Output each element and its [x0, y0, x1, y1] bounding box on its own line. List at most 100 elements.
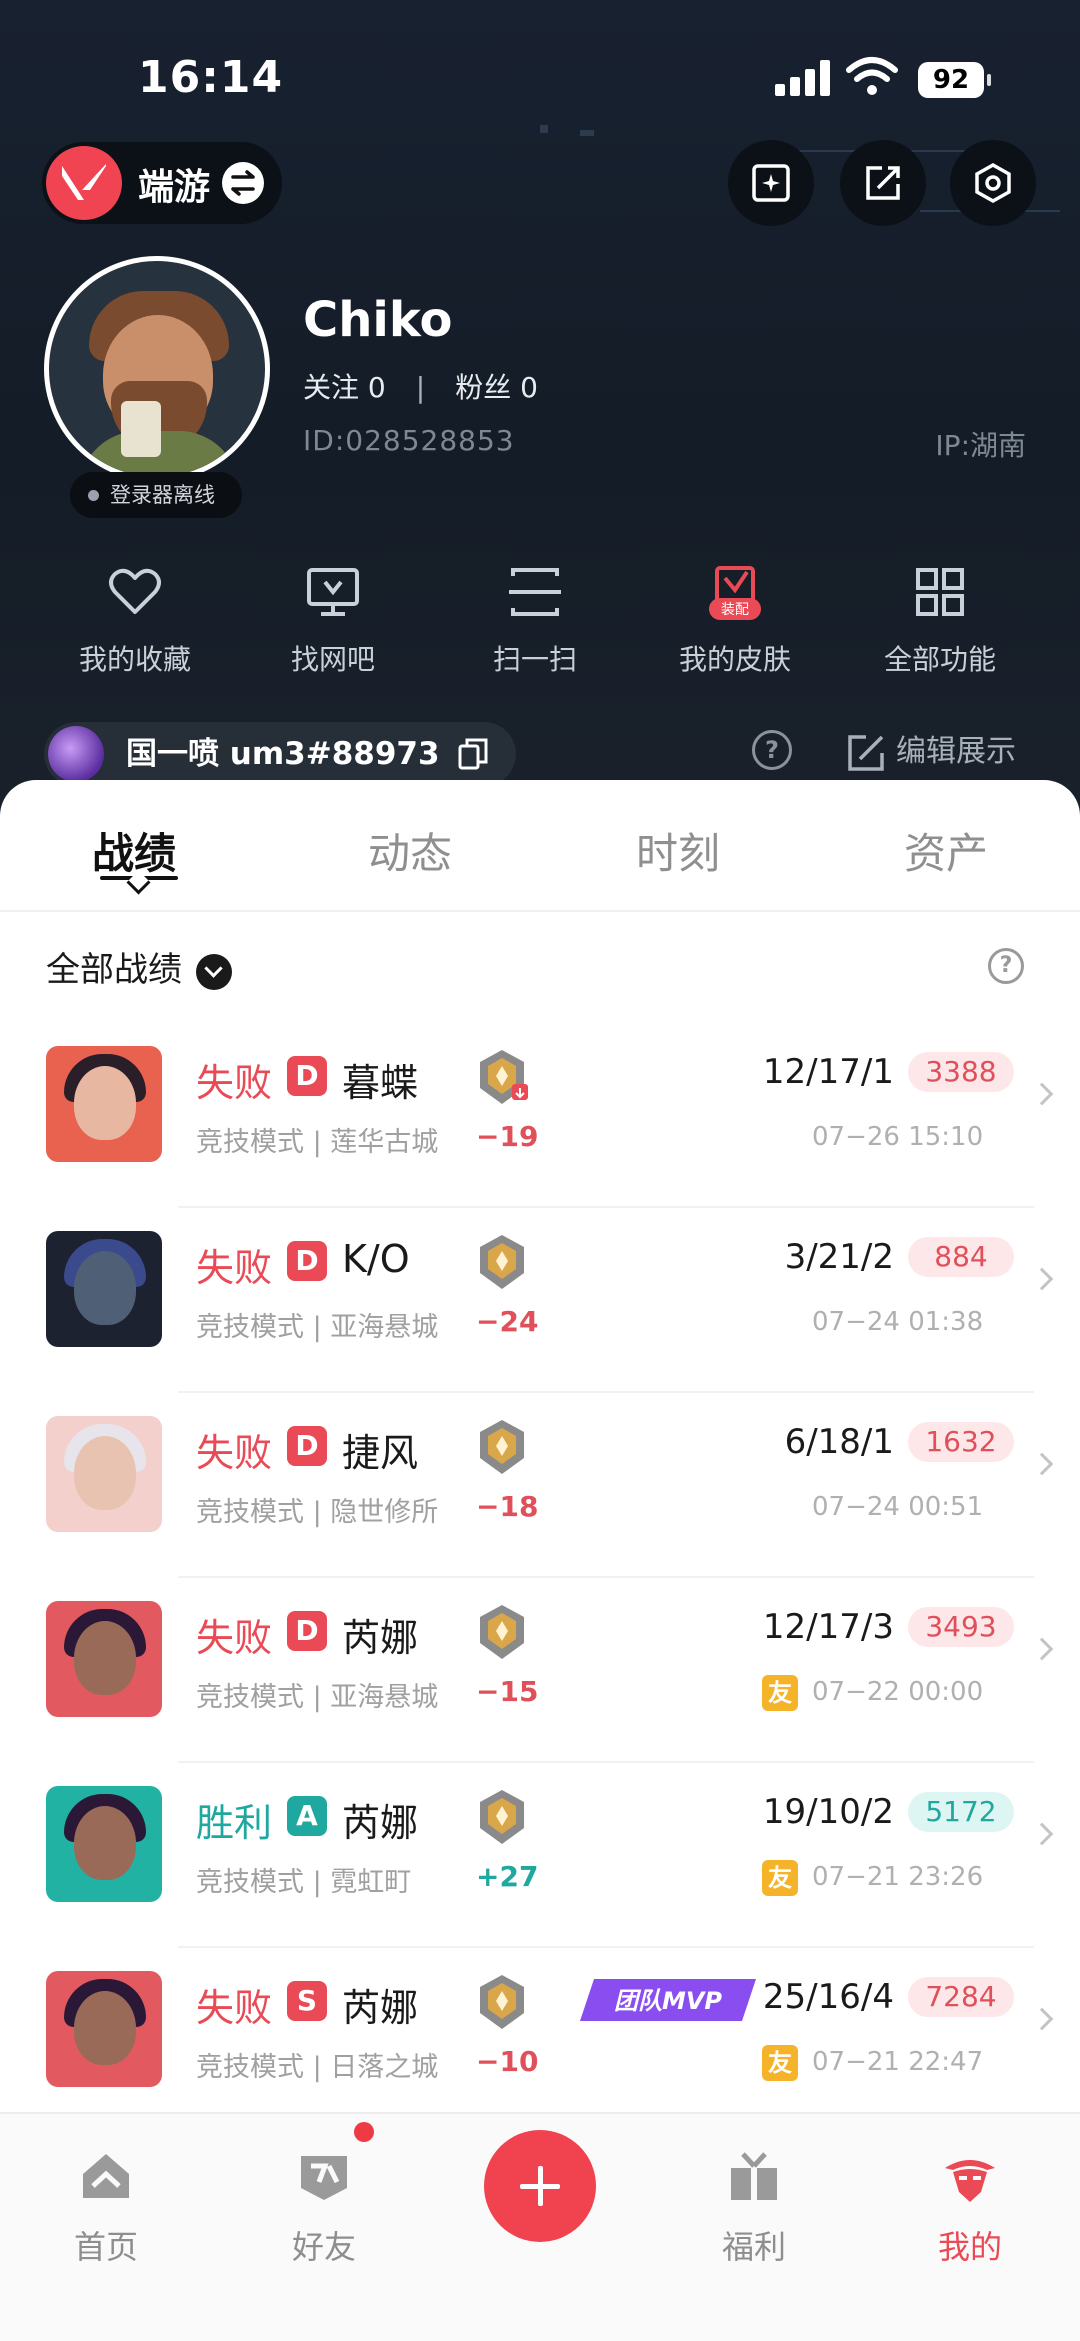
edit-icon	[848, 734, 884, 771]
row-divider	[178, 1946, 1034, 1948]
friend-badge: 友	[762, 2045, 798, 2081]
nav-label: 好友	[291, 2228, 356, 2266]
agent-face	[74, 1436, 136, 1510]
kda: 3/21/2	[784, 1237, 894, 1277]
fans-link[interactable]: 粉丝 0	[455, 371, 538, 404]
match-mode-map: 竞技模式 | 亚海悬城	[196, 1312, 439, 1343]
share-button[interactable]	[840, 140, 926, 226]
battery-indicator: 92	[918, 62, 991, 98]
fans-label: 粉丝	[455, 371, 512, 404]
nav-friends[interactable]: 好友	[264, 2148, 384, 2268]
match-grade-badge: D	[287, 1056, 327, 1096]
bottom-nav: 首页 好友 福利 我的	[0, 2112, 1080, 2341]
settings-button[interactable]	[950, 140, 1036, 226]
friends-icon	[301, 2156, 347, 2200]
match-date: 07−21 23:26	[812, 1862, 984, 1892]
nav-me[interactable]: 我的	[910, 2148, 1030, 2268]
agent-portrait	[46, 1601, 162, 1717]
launcher-status-badge: 登录器离线	[70, 472, 242, 518]
status-time: 16:14	[138, 52, 284, 103]
filter-label: 全部战绩	[46, 950, 182, 990]
agent-name: 芮娜	[342, 1616, 419, 1660]
skin-badge: 装配	[721, 602, 749, 618]
match-result: 失败	[196, 1431, 273, 1475]
follow-label: 关注	[303, 371, 360, 404]
avatar[interactable]	[44, 256, 270, 482]
agent-name: 暮蝶	[342, 1061, 419, 1105]
grid-icon	[916, 568, 964, 616]
match-date: 07−24 00:51	[812, 1492, 984, 1522]
row-divider	[178, 1391, 1034, 1393]
profile-header: 16:14 92 端游 登录器离线 Chiko 关注 0 | 粉丝 0 ID:0…	[0, 0, 1080, 820]
match-row[interactable]: 失败 D 暮蝶 竞技模式 | 莲华古城 −19 12/17/1 3388 07−…	[0, 1024, 1080, 1208]
match-row[interactable]: 胜利 A 芮娜 竞技模式 | 霓虹町 +27 19/10/2 5172 友 07…	[0, 1764, 1080, 1948]
match-score: 884	[908, 1237, 1014, 1277]
agent-name: 芮娜	[342, 1986, 419, 2030]
agent-face	[74, 1066, 136, 1140]
sparkle-card-icon	[752, 164, 790, 202]
heart-icon	[109, 568, 161, 614]
agent-name: K/O	[342, 1237, 410, 1281]
match-row[interactable]: 失败 D 捷风 竞技模式 | 隐世修所 −18 6/18/1 1632 07−2…	[0, 1394, 1080, 1578]
edit-display-button[interactable]: 编辑展示	[846, 726, 1016, 773]
kda: 12/17/1	[762, 1052, 894, 1092]
match-result: 失败	[196, 1246, 273, 1290]
tab-assets[interactable]: 资产	[904, 820, 988, 881]
team-mvp-badge: 团队MVP	[580, 1979, 756, 2021]
quick-action-label: 我的皮肤	[678, 643, 791, 676]
copy-icon[interactable]	[458, 738, 488, 770]
rank-badge-icon	[480, 1235, 524, 1289]
match-mode-map: 竞技模式 | 霓虹町	[196, 1867, 412, 1898]
game-switcher[interactable]: 端游	[42, 142, 282, 224]
match-mode-map: 竞技模式 | 亚海悬城	[196, 1682, 439, 1713]
agent-portrait	[46, 1971, 162, 2087]
fans-count: 0	[520, 371, 538, 404]
quick-action-all-features[interactable]: 全部功能	[860, 562, 1020, 678]
help-icon[interactable]: ?	[752, 730, 792, 770]
match-result: 失败	[196, 1061, 273, 1105]
record-filter-dropdown[interactable]: 全部战绩	[46, 942, 232, 991]
game-tag: 国一喷 um3#88973	[126, 736, 440, 772]
skin-icon: 装配	[709, 566, 761, 620]
match-mode-map: 竞技模式 | 日落之城	[196, 2052, 439, 2083]
game-tag-pill[interactable]: 国一喷 um3#88973	[44, 722, 516, 786]
match-result: 失败	[196, 1616, 273, 1660]
match-row[interactable]: 失败 D K/O 竞技模式 | 亚海悬城 −24 3/21/2 884 07−2…	[0, 1209, 1080, 1393]
profile-icon	[945, 2160, 995, 2202]
home-icon	[83, 2154, 129, 2198]
wifi-icon	[846, 57, 898, 95]
match-row[interactable]: 失败 D 芮娜 竞技模式 | 亚海悬城 −15 12/17/3 3493 友 0…	[0, 1579, 1080, 1763]
create-button[interactable]	[484, 2130, 596, 2242]
nav-home[interactable]: 首页	[46, 2148, 166, 2268]
match-date: 07−21 22:47	[812, 2047, 984, 2077]
quick-action-favorites[interactable]: 我的收藏	[55, 562, 215, 678]
match-result: 失败	[196, 1986, 273, 2030]
agent-portrait	[46, 1231, 162, 1347]
tab-feed[interactable]: 动态	[368, 820, 452, 881]
rank-badge-icon	[480, 1975, 524, 2029]
match-grade-badge: D	[287, 1241, 327, 1281]
match-date: 07−22 00:00	[812, 1677, 984, 1707]
mvp-label: 团队MVP	[614, 1987, 722, 2015]
nav-welfare[interactable]: 福利	[694, 2148, 814, 2268]
quick-action-my-skins[interactable]: 装配 我的皮肤	[655, 562, 815, 678]
agent-portrait	[46, 1046, 162, 1162]
decor-dot	[580, 130, 594, 136]
help-icon[interactable]: ?	[988, 948, 1024, 984]
tab-record[interactable]: 战绩	[92, 820, 176, 881]
follow-link[interactable]: 关注 0	[303, 371, 386, 404]
quick-action-find-netcafe[interactable]: 找网吧	[253, 562, 413, 678]
match-score: 1632	[908, 1422, 1014, 1462]
agent-name: 捷风	[342, 1431, 419, 1475]
chevron-down-icon	[196, 953, 232, 990]
tab-moments[interactable]: 时刻	[636, 820, 720, 881]
quick-action-label: 全部功能	[883, 643, 996, 676]
rank-badge-icon	[480, 1790, 524, 1844]
notification-dot	[354, 2122, 374, 2142]
kda: 6/18/1	[784, 1422, 894, 1462]
rank-delta: −10	[476, 2045, 539, 2078]
match-row[interactable]: 失败 S 芮娜 竞技模式 | 日落之城 −10 团队MVP 25/16/4 72…	[0, 1949, 1080, 2133]
quick-action-scan[interactable]: 扫一扫	[455, 562, 615, 678]
game-label: 端游	[138, 167, 211, 208]
add-card-button[interactable]	[728, 140, 814, 226]
